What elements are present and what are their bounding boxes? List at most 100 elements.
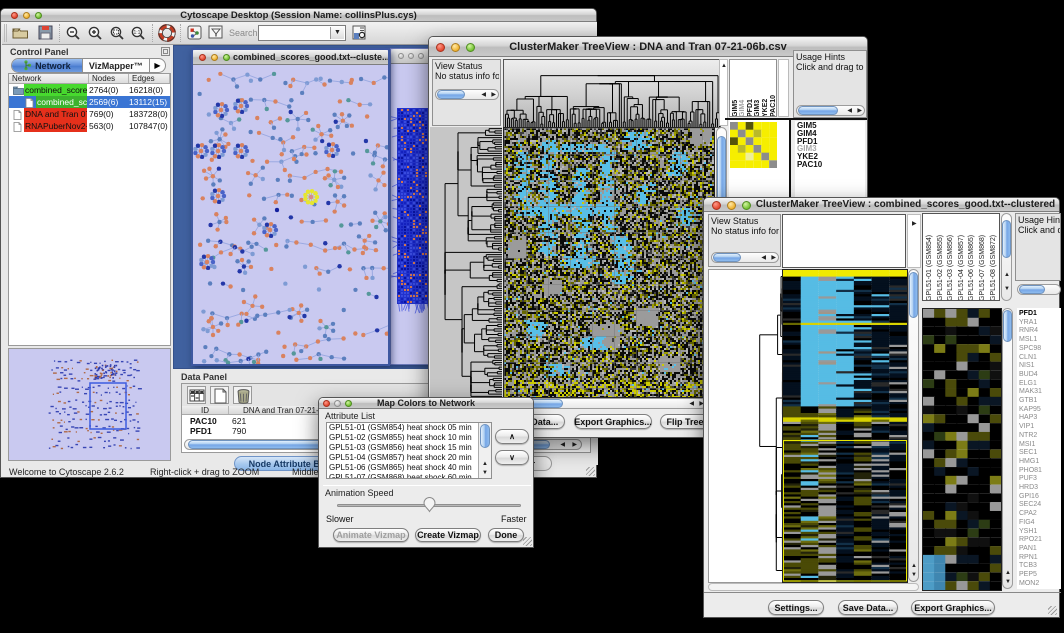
- annotation-icon[interactable]: [208, 25, 224, 40]
- scroll-right-icon[interactable]: ▶: [857, 108, 862, 114]
- tab-vizmapper[interactable]: VizMapper™: [83, 59, 149, 72]
- network-table-header[interactable]: NetworkNodesEdges: [9, 74, 170, 84]
- tv2-column-labels[interactable]: GPL51-01 (GSM854)GPL51-02 (GSM855)GPL51-…: [922, 213, 1000, 301]
- tv2-gene-labels[interactable]: PFD1YRA1RNR4MSL1SPC98CLN1NIS1BUD4ELG1MAK…: [1017, 308, 1061, 589]
- network-column-header[interactable]: Nodes: [89, 74, 129, 83]
- scroll-down-icon[interactable]: ▼: [482, 470, 488, 476]
- save-icon[interactable]: [38, 25, 53, 40]
- scrollbar-thumb[interactable]: [1019, 285, 1045, 294]
- gene-label[interactable]: YRA1: [1019, 319, 1037, 326]
- view-status-scrollbar[interactable]: ◀ ▶: [711, 252, 779, 263]
- cytoscape-titlebar[interactable]: Cytoscape Desktop (Session Name: collins…: [1, 9, 596, 22]
- zoom-in-icon[interactable]: [87, 25, 103, 41]
- tv2-heatmap[interactable]: [782, 269, 908, 583]
- zoom-out-icon[interactable]: [65, 25, 81, 41]
- tv2-column-dendrogram[interactable]: [782, 214, 906, 268]
- gene-label[interactable]: TCB3: [1019, 562, 1037, 569]
- delete-attribute-icon[interactable]: [233, 386, 252, 404]
- dialog-titlebar[interactable]: Map Colors to Network: [319, 398, 533, 409]
- zoom-button[interactable]: [223, 54, 230, 61]
- attribute-list-item[interactable]: GPL51-06 (GSM865) heat shock 40 min: [327, 463, 491, 473]
- listbox-vscrollbar[interactable]: ▲ ▼: [478, 423, 491, 478]
- scroll-left-icon[interactable]: ◀: [560, 442, 565, 448]
- animate-vizmap-button[interactable]: Animate Vizmap: [333, 528, 409, 542]
- tv2-zoom-heatmap[interactable]: [922, 308, 1002, 591]
- gene-label[interactable]: NIS1: [1019, 362, 1035, 369]
- attribute-list-item[interactable]: GPL51-07 (GSM868) heat shock 60 min: [327, 473, 491, 479]
- resize-grip[interactable]: [586, 467, 595, 476]
- resize-grip[interactable]: [1048, 606, 1057, 615]
- scroll-left-icon[interactable]: ◀: [689, 401, 694, 407]
- gene-label[interactable]: MAK31: [1019, 388, 1042, 395]
- gene-label[interactable]: GPI16: [1019, 493, 1039, 500]
- speed-slider-thumb[interactable]: [422, 496, 437, 513]
- done-button[interactable]: Done: [488, 528, 524, 542]
- gene-label[interactable]: PAN1: [1019, 545, 1037, 552]
- gene-label[interactable]: SPC98: [1019, 345, 1041, 352]
- birdseye-view[interactable]: [8, 348, 171, 461]
- scroll-up-icon[interactable]: ▲: [721, 63, 727, 69]
- view-status-scrollbar[interactable]: ◀ ▶: [435, 89, 499, 100]
- help-lifesaver-icon[interactable]: [158, 24, 176, 42]
- search-input[interactable]: ▼: [258, 25, 346, 41]
- scroll-right-icon[interactable]: ▶: [491, 92, 496, 98]
- float-panel-icon[interactable]: [161, 47, 170, 56]
- scrollbar-thumb[interactable]: [480, 424, 490, 448]
- network-table-row[interactable]: DNA and Tran 07769(0)183728(0): [9, 108, 170, 120]
- resize-grip[interactable]: [523, 537, 532, 546]
- network-manager-icon[interactable]: [187, 25, 202, 40]
- create-attribute-icon[interactable]: [210, 386, 229, 404]
- gene-label[interactable]: HMG1: [1019, 458, 1039, 465]
- scrollbar-thumb[interactable]: [798, 106, 838, 115]
- gene-label[interactable]: FIG4: [1019, 519, 1035, 526]
- attribute-list-item[interactable]: GPL51-03 (GSM856) heat shock 15 min: [327, 443, 491, 453]
- tv2-labels-vscrollbar[interactable]: ▲ ▼: [1001, 213, 1012, 301]
- scroll-right-icon[interactable]: ▶: [912, 221, 917, 227]
- scroll-right-icon[interactable]: ▶: [771, 255, 776, 261]
- close-button[interactable]: [398, 53, 404, 59]
- scrollbar-thumb[interactable]: [713, 253, 741, 262]
- tv2-settings-button[interactable]: Settings...: [768, 600, 824, 615]
- create-vizmap-button[interactable]: Create Vizmap: [415, 528, 481, 542]
- tv1-column-dendrogram[interactable]: [503, 59, 721, 128]
- gene-label[interactable]: PFD1: [1019, 310, 1037, 317]
- tv1-heatmap[interactable]: [503, 127, 715, 398]
- move-up-button[interactable]: ∧: [495, 429, 529, 444]
- scrollbar-thumb[interactable]: [1003, 310, 1012, 342]
- gene-label[interactable]: RPO21: [1019, 536, 1042, 543]
- network-table-row[interactable]: combined_scores_2764(0)16218(0): [9, 84, 170, 96]
- gene-label[interactable]: GTB1: [1019, 397, 1037, 404]
- zoom-fit-icon[interactable]: [109, 25, 125, 41]
- close-button[interactable]: [199, 54, 206, 61]
- move-down-button[interactable]: ∨: [495, 450, 529, 465]
- gene-label[interactable]: CPA2: [1019, 510, 1037, 517]
- scrollbar-thumb[interactable]: [1002, 220, 1011, 258]
- network-name[interactable]: RNAPuberNov2+!: [24, 120, 87, 132]
- zoom-gene-label[interactable]: PAC10: [797, 160, 822, 169]
- tv1-column-labels[interactable]: GIM5GIM4PFD1GIM3YKE2PAC10: [729, 59, 777, 117]
- gene-label[interactable]: MSI1: [1019, 441, 1035, 448]
- gene-label[interactable]: RPN1: [1019, 554, 1038, 561]
- search-options-icon[interactable]: [352, 25, 367, 40]
- gene-label[interactable]: PHO81: [1019, 467, 1042, 474]
- usage-hints-scrollbar[interactable]: ◀ ▶: [796, 105, 865, 116]
- gene-label[interactable]: PUF3: [1019, 475, 1037, 482]
- attribute-list-item[interactable]: GPL51-04 (GSM857) heat shock 20 min: [327, 453, 491, 463]
- gene-label[interactable]: YSH1: [1019, 528, 1037, 535]
- tv2-row-dendrogram[interactable]: [708, 269, 783, 583]
- gene-label[interactable]: PEP5: [1019, 571, 1037, 578]
- scroll-down-icon[interactable]: ▼: [1004, 286, 1010, 292]
- scrollbar-thumb[interactable]: [437, 90, 465, 99]
- scroll-up-icon[interactable]: ▲: [911, 563, 917, 569]
- tv1-export-graphics-button[interactable]: Export Graphics...: [574, 414, 652, 429]
- network-frame1[interactable]: combined_scores_good.txt--cluste...: [191, 48, 390, 366]
- gene-label[interactable]: HAP3: [1019, 414, 1037, 421]
- scroll-up-icon[interactable]: ▲: [1004, 272, 1010, 278]
- attribute-listbox[interactable]: GPL51-01 (GSM854) heat shock 05 minGPL51…: [326, 422, 492, 479]
- close-button[interactable]: [712, 201, 721, 210]
- network-table-row[interactable]: combined_sco2569(6)13112(15): [9, 96, 170, 108]
- scroll-right-icon[interactable]: ▶: [572, 442, 577, 448]
- tv1-zoom-heatmap[interactable]: [730, 122, 777, 168]
- scrollbar-thumb[interactable]: [909, 272, 918, 318]
- network-column-header[interactable]: Network: [9, 74, 89, 83]
